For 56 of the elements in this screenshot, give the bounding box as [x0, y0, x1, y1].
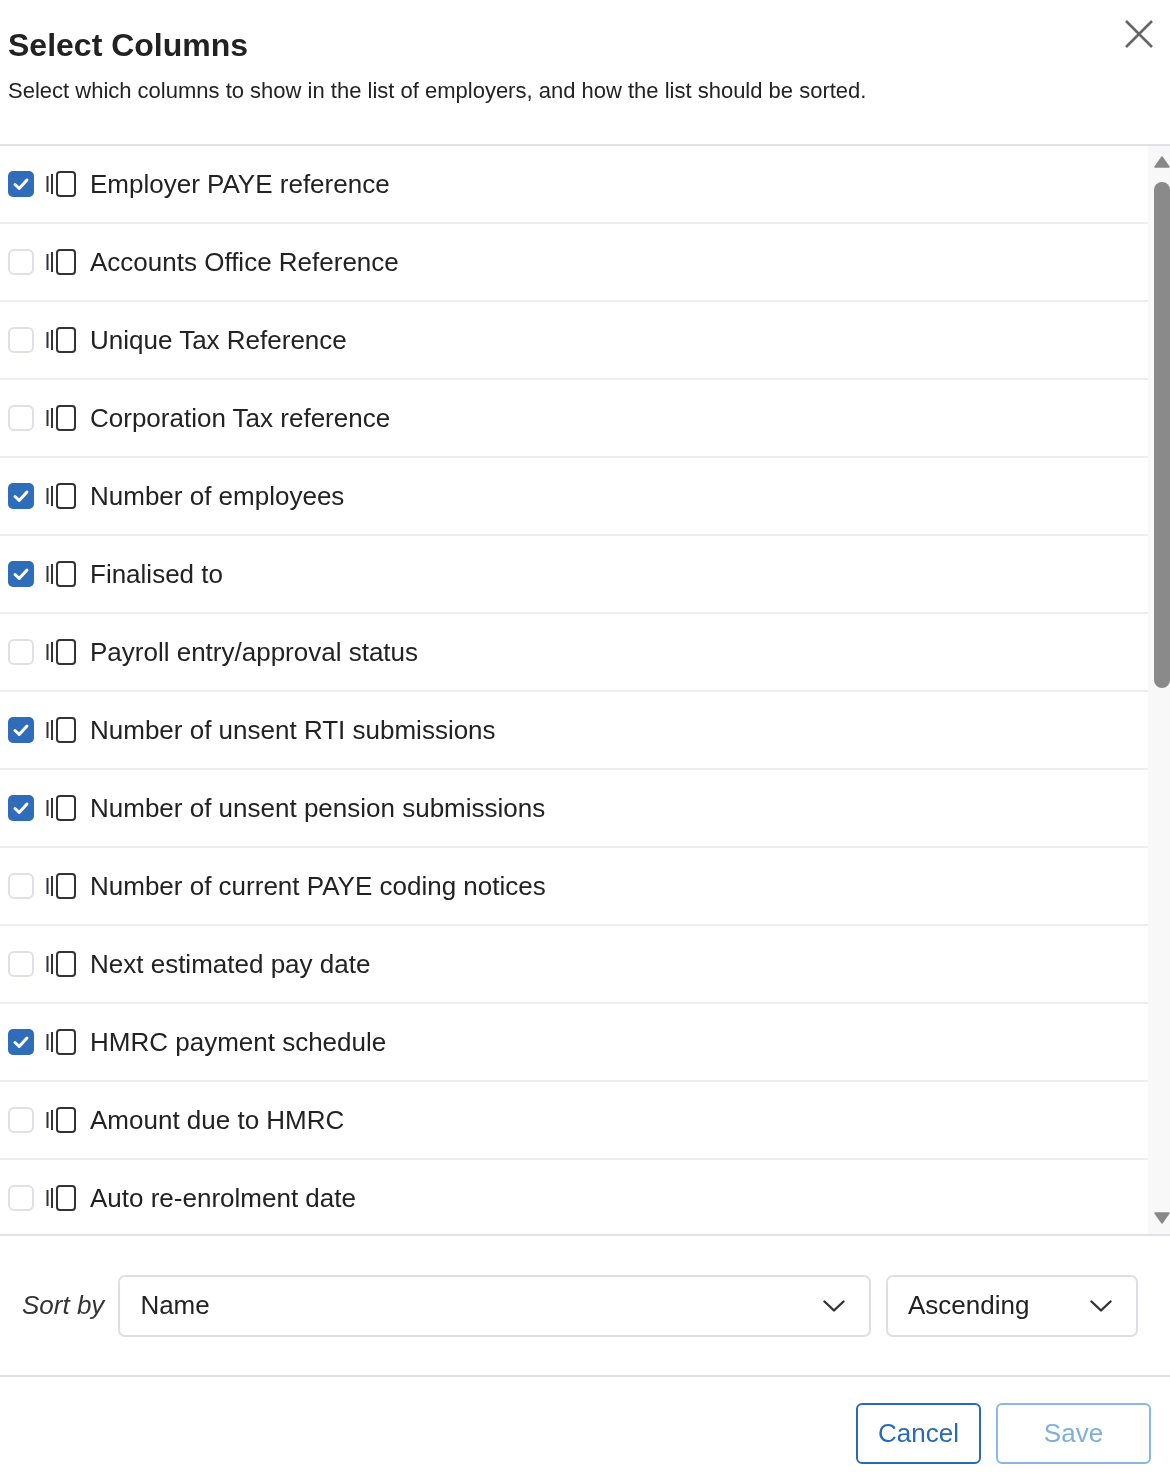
checkbox[interactable] — [8, 327, 34, 353]
scrollbar-track[interactable] — [1148, 146, 1170, 1234]
drag-handle-icon[interactable] — [46, 795, 76, 821]
drag-handle-icon[interactable] — [46, 171, 76, 197]
drag-handle-icon[interactable] — [46, 483, 76, 509]
scroll-down-icon[interactable] — [1154, 1212, 1170, 1224]
scrollbar-thumb[interactable] — [1154, 182, 1170, 688]
dialog-description: Select which columns to show in the list of employers, and how the list should be sorted. — [8, 77, 868, 105]
drag-handle-icon[interactable] — [46, 561, 76, 587]
column-label: Number of unsent pension submissions — [90, 792, 546, 824]
drag-handle-icon[interactable] — [46, 873, 76, 899]
column-label: Auto re-enrolment date — [90, 1182, 356, 1214]
checkbox[interactable] — [8, 717, 34, 743]
column-label: Unique Tax Reference — [90, 324, 347, 356]
checkbox[interactable] — [8, 639, 34, 665]
column-label: Amount due to HMRC — [90, 1104, 345, 1136]
checkbox[interactable] — [8, 951, 34, 977]
checkbox[interactable] — [8, 795, 34, 821]
close-icon — [1125, 20, 1153, 48]
drag-handle-icon[interactable] — [46, 717, 76, 743]
drag-handle-icon[interactable] — [46, 951, 76, 977]
drag-handle-icon[interactable] — [46, 1185, 76, 1211]
checkbox[interactable] — [8, 171, 34, 197]
checkbox[interactable] — [8, 249, 34, 275]
checkbox[interactable] — [8, 483, 34, 509]
checkbox[interactable] — [8, 1185, 34, 1211]
column-label: Payroll entry/approval status — [90, 636, 419, 668]
chevron-down-icon — [1090, 1299, 1112, 1312]
column-label: Number of employees — [90, 480, 345, 512]
column-label: Employer PAYE reference — [90, 168, 390, 200]
sort-by-label: Sort by — [22, 1290, 105, 1321]
checkbox[interactable] — [8, 1029, 34, 1055]
column-label: Finalised to — [90, 558, 223, 590]
checkbox[interactable] — [8, 561, 34, 587]
column-label: Number of unsent RTI submissions — [90, 714, 496, 746]
column-label: Accounts Office Reference — [90, 246, 399, 278]
drag-handle-icon[interactable] — [46, 1029, 76, 1055]
checkbox[interactable] — [8, 405, 34, 431]
sort-direction-dropdown[interactable]: Ascending — [886, 1274, 1138, 1337]
dialog-title: Select Columns — [8, 26, 249, 64]
drag-handle-icon[interactable] — [46, 405, 76, 431]
scroll-up-icon[interactable] — [1154, 156, 1170, 168]
column-label: HMRC payment schedule — [90, 1026, 387, 1058]
drag-handle-icon[interactable] — [46, 1107, 76, 1133]
close-button[interactable] — [1125, 20, 1153, 48]
chevron-down-icon — [823, 1299, 845, 1312]
drag-handle-icon[interactable] — [46, 249, 76, 275]
cancel-button[interactable]: Cancel — [856, 1403, 981, 1464]
checkbox[interactable] — [8, 1107, 34, 1133]
drag-handle-icon[interactable] — [46, 327, 76, 353]
column-label: Next estimated pay date — [90, 948, 371, 980]
column-label: Corporation Tax reference — [90, 402, 391, 434]
checkbox[interactable] — [8, 873, 34, 899]
column-label: Number of current PAYE coding notices — [90, 870, 546, 902]
drag-handle-icon[interactable] — [46, 639, 76, 665]
sort-field-dropdown[interactable]: Name — [118, 1274, 871, 1337]
